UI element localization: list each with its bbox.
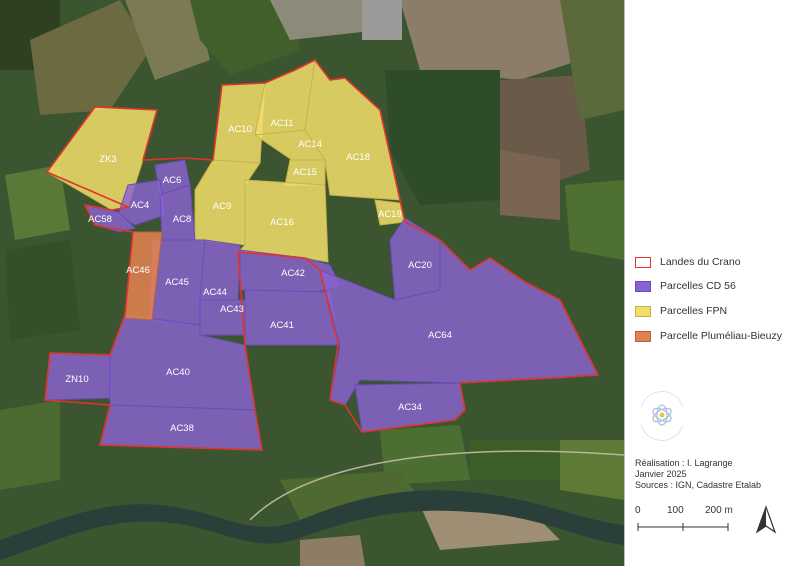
label-ac58: AC58 [88,214,112,225]
label-ac10: AC10 [228,124,252,135]
organization-logo [640,391,684,441]
aerial-map: ZK3 AC10 AC11 AC14 AC15 AC18 AC6 AC4 AC5… [0,0,624,566]
label-ac19: AC19 [378,209,402,220]
label-ac34: AC34 [398,402,422,413]
label-ac4: AC4 [131,200,149,211]
label-ac45: AC45 [165,277,189,288]
legend-item-parcelles-cd56: Parcelles CD 56 [635,280,799,296]
parcel-ac41[interactable] [244,289,341,346]
legend-label: Parcelles CD 56 [660,280,736,292]
parcel-ac8[interactable] [159,184,196,241]
label-ac38: AC38 [170,423,194,434]
label-ac20: AC20 [408,260,432,271]
scale-label-0: 0 [635,505,641,516]
label-ac14: AC14 [298,139,322,150]
label-ac43: AC43 [220,304,244,315]
legend-swatch-orange [635,331,651,342]
legend-label: Parcelles FPN [660,305,728,317]
label-ac64: AC64 [428,330,452,341]
legend-label: Landes du Crano [660,256,741,268]
label-ac11: AC11 [270,118,293,129]
label-ac40: AC40 [166,367,190,378]
legend-swatch-purple [635,281,651,292]
label-ac6: AC6 [163,175,181,186]
label-ac42: AC42 [281,268,305,279]
legend-item-landes-du-crano: Landes du Crano [635,256,799,272]
legend-item-parcelles-fpn: Parcelles FPN [635,305,799,321]
north-arrow-icon [755,505,777,534]
label-ac15: AC15 [293,167,317,178]
legend-label: Parcelle Pluméliau-Bieuzy [660,330,782,342]
scale-line [637,523,729,531]
legend-swatch-yellow [635,306,651,317]
label-zk3: ZK3 [99,154,116,165]
map-page: ZK3 AC10 AC11 AC14 AC15 AC18 AC6 AC4 AC5… [0,0,800,566]
label-ac46: AC46 [126,265,150,276]
label-zn10: ZN10 [65,374,88,385]
credit-date: Janvier 2025 [635,469,687,479]
legend-swatch-outline [635,257,651,268]
legend-panel: Landes du Crano Parcelles CD 56 Parcelle… [624,0,800,566]
scale-label-200: 200 m [705,505,733,516]
credit-author: Réalisation : I. Lagrange [635,458,733,468]
map-view[interactable]: ZK3 AC10 AC11 AC14 AC15 AC18 AC6 AC4 AC5… [0,0,624,566]
credit-sources: Sources : IGN, Cadastre Etalab [635,480,762,490]
scale-label-100: 100 [667,505,684,516]
scale-bar: 0 100 200 m [635,505,745,535]
label-ac18: AC18 [346,152,370,163]
label-ac16: AC16 [270,217,294,228]
label-ac9: AC9 [213,201,231,212]
label-ac44: AC44 [203,287,227,298]
label-ac8: AC8 [173,214,191,225]
label-ac41: AC41 [270,320,294,331]
legend-item-plumeliau-bieuzy: Parcelle Pluméliau-Bieuzy [635,330,799,346]
